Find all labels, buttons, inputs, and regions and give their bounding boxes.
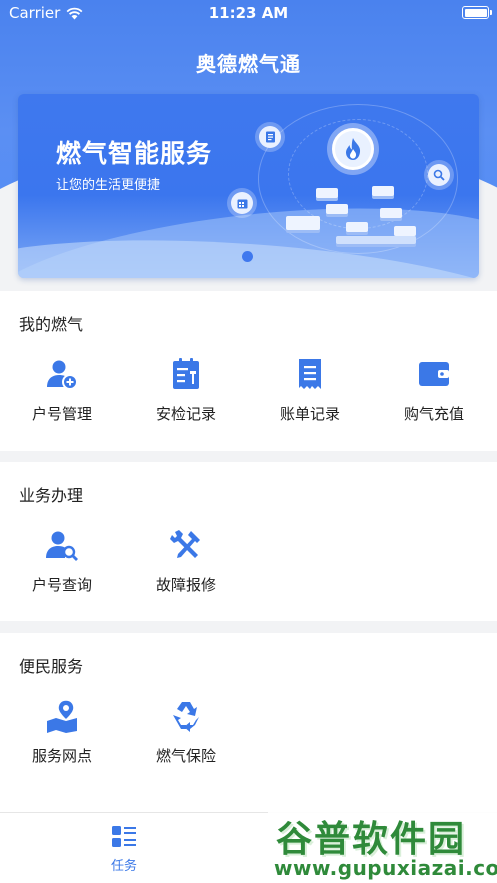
- grid-item-account-management[interactable]: 户号管理: [0, 357, 124, 424]
- tab-label: 任务: [110, 859, 137, 874]
- grid-item-account-query[interactable]: 户号查询: [0, 528, 124, 595]
- grid-item-label: 户号查询: [31, 576, 92, 594]
- grid-item-label: 购气充值: [403, 405, 464, 423]
- section-title: 业务办理: [19, 486, 84, 505]
- flame-icon: [332, 128, 374, 170]
- task-list-icon: [112, 826, 136, 847]
- battery-icon: [462, 6, 492, 19]
- section-my-gas: 我的燃气 户号管理 安检记录 账单记录 购气充值: [0, 291, 497, 451]
- status-bar: Carrier 11:23 AM: [0, 0, 497, 26]
- grid-item-gas-insurance[interactable]: 燃气保险: [124, 699, 248, 766]
- clipboard-tool-icon: [173, 358, 199, 389]
- search-icon: [428, 164, 450, 186]
- grid-item-service-outlets[interactable]: 服务网点: [0, 699, 124, 766]
- watermark: 谷普软件园 www.gupuxiazai.com: [268, 806, 497, 883]
- repair-tools-icon: [170, 530, 200, 558]
- map-pin-icon: [47, 699, 77, 733]
- banner-title: 燃气智能服务: [56, 139, 213, 168]
- grid-item-inspection-records[interactable]: 安检记录: [124, 357, 248, 424]
- banner-page-indicator[interactable]: [242, 251, 253, 262]
- banner-subtitle: 让您的生活更便捷: [56, 178, 161, 193]
- grid-item-label: 安检记录: [155, 405, 216, 423]
- section-business: 业务办理 户号查询 故障报修: [0, 462, 497, 621]
- grid-item-gas-recharge[interactable]: 购气充值: [372, 357, 496, 424]
- page-title: 奥德燃气通: [196, 52, 301, 76]
- receipt-icon: [299, 359, 321, 389]
- section-convenience: 便民服务 服务网点 燃气保险: [0, 633, 497, 812]
- user-add-icon: [47, 360, 78, 390]
- user-search-icon: [46, 531, 78, 561]
- watermark-url: www.gupuxiazai.com: [274, 856, 497, 880]
- document-icon: [259, 126, 281, 148]
- section-title: 我的燃气: [19, 315, 84, 334]
- section-title: 便民服务: [19, 657, 84, 676]
- watermark-title: 谷普软件园: [276, 819, 467, 860]
- grid-item-fault-repair[interactable]: 故障报修: [124, 528, 248, 595]
- calendar-icon: [231, 192, 253, 214]
- grid-item-bill-records[interactable]: 账单记录: [248, 357, 372, 424]
- promo-banner[interactable]: 燃气智能服务 让您的生活更便捷: [18, 94, 479, 278]
- status-time: 11:23 AM: [208, 4, 289, 22]
- grid-item-label: 服务网点: [31, 747, 92, 765]
- city-blocks-illustration: [276, 182, 416, 252]
- grid-item-label: 户号管理: [31, 405, 92, 423]
- grid-item-label: 燃气保险: [155, 747, 216, 765]
- grid-item-label: 故障报修: [155, 576, 216, 594]
- tab-task[interactable]: 任务: [59, 825, 189, 874]
- grid-item-label: 账单记录: [279, 405, 340, 423]
- recycle-icon: [173, 702, 199, 732]
- wallet-icon: [419, 362, 449, 386]
